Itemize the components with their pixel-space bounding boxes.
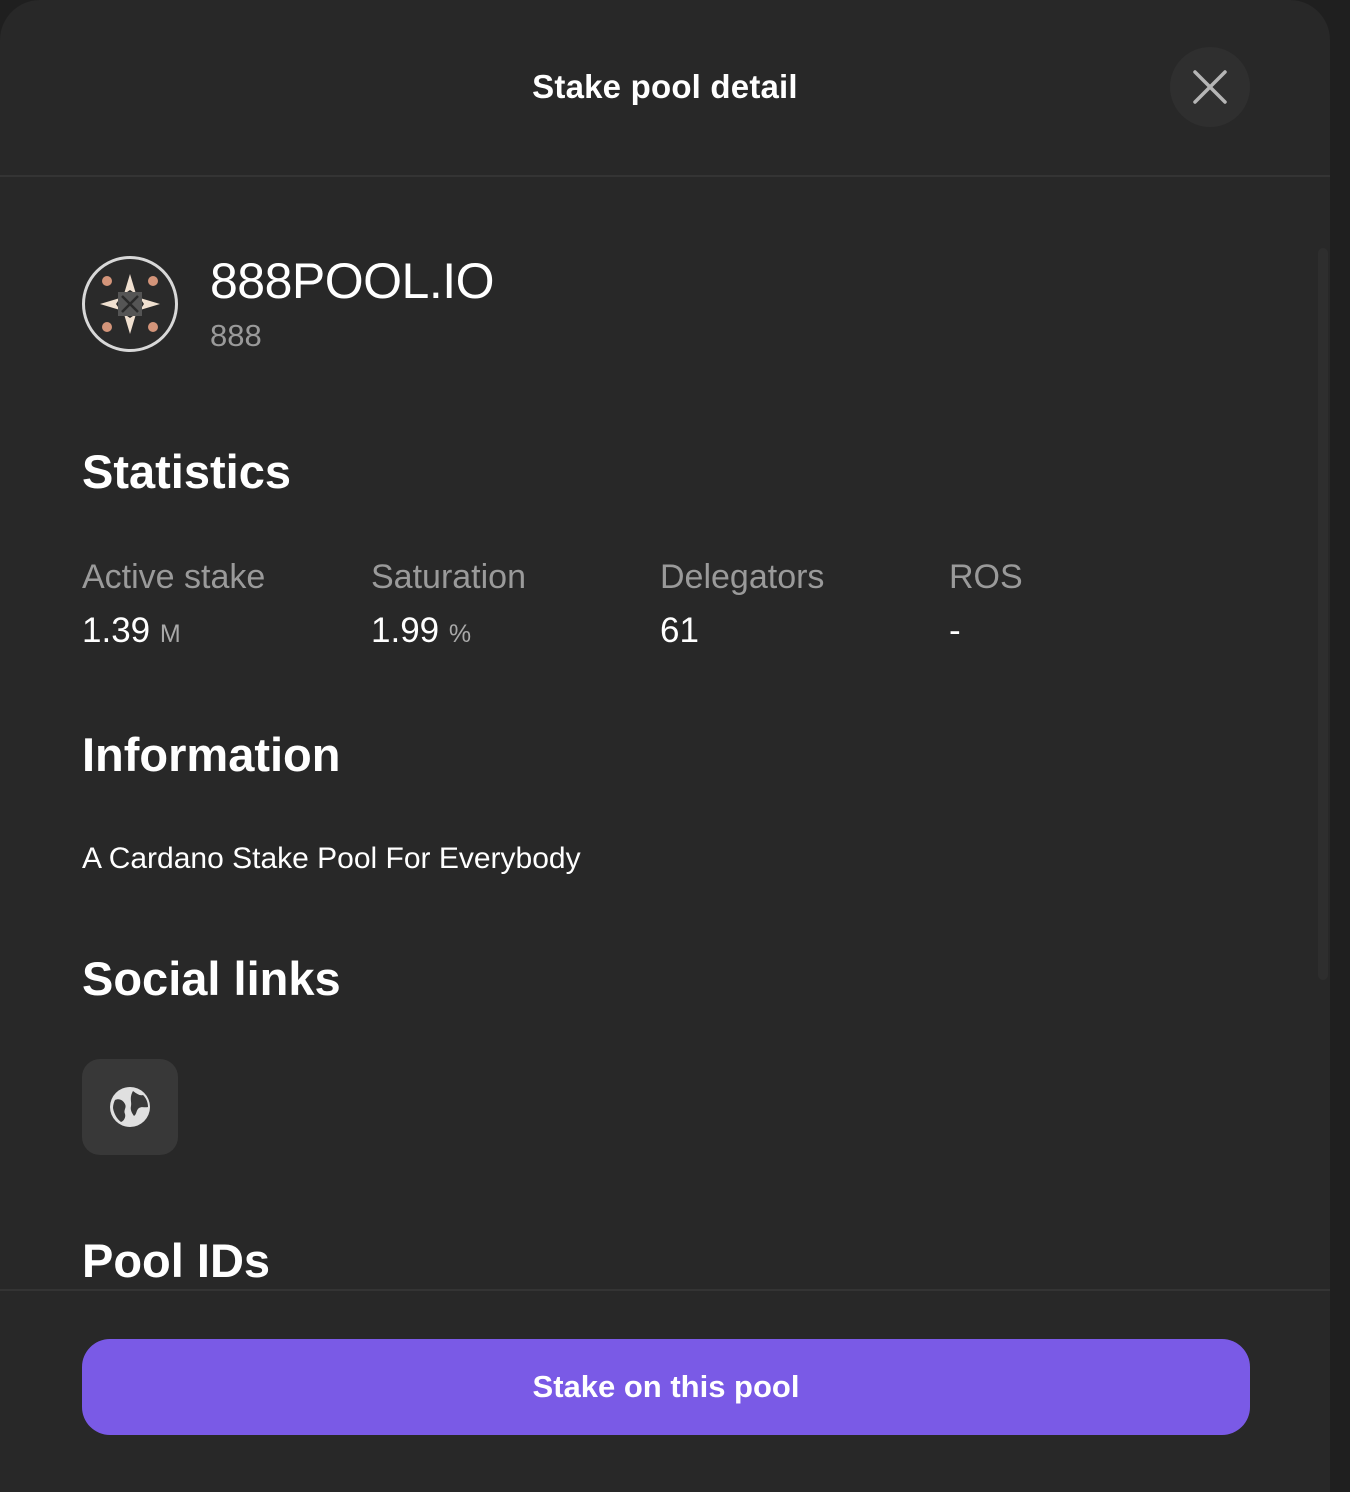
- stat-unit: %: [448, 620, 472, 648]
- stat-number: -: [949, 611, 961, 650]
- pool-description: A Cardano Stake Pool For Everybody: [82, 842, 581, 875]
- pool-ticker: 888: [210, 318, 262, 353]
- stat-unit: M: [159, 620, 181, 648]
- social-links-heading: Social links: [82, 952, 341, 1005]
- panel-header: Stake pool detail: [0, 0, 1330, 177]
- stat-label: Saturation: [371, 558, 526, 596]
- stake-pool-detail-panel: Stake pool detail 888POOL.IO 888 Statist…: [0, 0, 1330, 1492]
- close-button[interactable]: [1170, 47, 1250, 127]
- stat-label: ROS: [949, 558, 1023, 596]
- stat-saturation: Saturation 1.99 %: [371, 556, 651, 655]
- stat-label: Active stake: [82, 558, 266, 596]
- stake-on-pool-button[interactable]: Stake on this pool: [82, 1339, 1250, 1435]
- stat-number: 1.39: [82, 611, 151, 650]
- pool-name: 888POOL.IO: [210, 253, 495, 309]
- pool-ids-heading: Pool IDs: [82, 1234, 271, 1287]
- page-title: Stake pool detail: [532, 68, 798, 105]
- stat-delegators: Delegators 61: [660, 556, 940, 652]
- scrollbar[interactable]: [1318, 248, 1328, 980]
- stat-ros: ROS -: [949, 556, 1229, 652]
- stat-value: 1.99 %: [371, 610, 651, 655]
- stat-label: Delegators: [660, 558, 825, 596]
- stat-active-stake: Active stake 1.39 M: [82, 556, 362, 655]
- social-link-website[interactable]: [82, 1059, 178, 1155]
- stat-number: 61: [660, 611, 699, 650]
- stat-value: 1.39 M: [82, 610, 362, 655]
- stat-value: 61: [660, 610, 940, 652]
- pool-logo: [82, 256, 178, 352]
- statistics-heading: Statistics: [82, 445, 291, 498]
- globe-icon: [110, 1087, 150, 1127]
- panel-footer: Stake on this pool: [0, 1289, 1330, 1492]
- close-icon: [1193, 70, 1227, 104]
- stat-number: 1.99: [371, 611, 440, 650]
- information-heading: Information: [82, 728, 341, 781]
- stat-value: -: [949, 610, 1229, 652]
